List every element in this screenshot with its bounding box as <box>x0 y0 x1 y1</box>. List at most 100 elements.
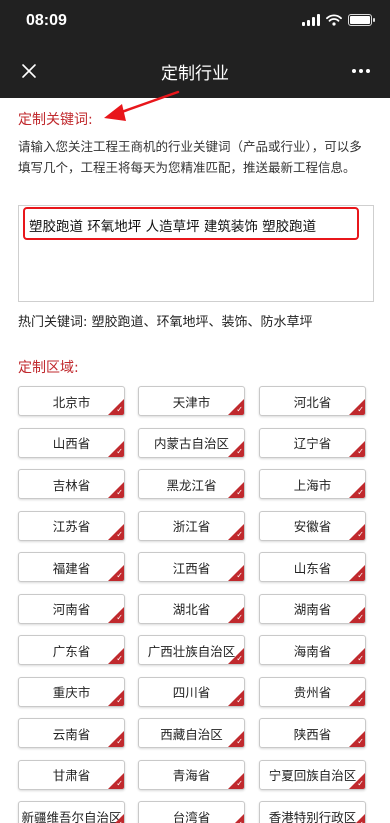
nav-bar: 定制行业 <box>0 44 390 98</box>
region-option-label: 陕西省 <box>293 726 332 742</box>
checkmark-icon: ✓ <box>116 612 123 622</box>
region-option[interactable]: 四川省 ✓ <box>138 676 245 707</box>
region-option[interactable]: 陕西省 ✓ <box>259 718 366 748</box>
region-option-label: 宁夏回族自治区 <box>268 768 357 783</box>
region-option[interactable]: 黑龙江省 ✓ <box>138 469 245 499</box>
region-option[interactable]: 安徽省 ✓ <box>259 510 366 541</box>
region-option[interactable]: 山东省 ✓ <box>259 552 366 582</box>
region-option[interactable]: 甘肃省 ✓ <box>18 759 125 790</box>
region-option[interactable]: 江西省 ✓ <box>138 552 245 582</box>
checkmark-icon: ✓ <box>357 529 364 539</box>
region-option[interactable]: 浙江省 ✓ <box>138 510 245 541</box>
region-option[interactable]: 重庆市 ✓ <box>18 676 125 707</box>
keywords-section-title: 定制关键词: <box>18 112 93 128</box>
region-option-label: 山西省 <box>52 436 91 451</box>
region-option-label: 内蒙古自治区 <box>153 436 229 451</box>
region-option[interactable]: 青海省 ✓ <box>138 759 245 790</box>
checkmark-icon: ✓ <box>357 446 364 456</box>
region-option[interactable]: 河北省 ✓ <box>259 386 366 416</box>
region-option[interactable]: 福建省 ✓ <box>18 552 125 582</box>
region-option-label: 湖南省 <box>293 602 332 617</box>
region-option[interactable]: 新疆维吾尔自治区✓ <box>18 801 125 823</box>
region-option[interactable]: 上海市 ✓ <box>259 469 366 499</box>
region-option-label: 新疆维吾尔自治区 <box>21 809 122 823</box>
hot-keywords-label: 热门关键词: <box>18 315 88 330</box>
region-option-label: 黑龙江省 <box>166 477 217 493</box>
hot-keywords-list: 塑胶跑道、环氧地坪、装饰、防水草坪 <box>91 315 313 330</box>
region-option[interactable]: 北京市 ✓ <box>18 386 125 416</box>
region-option[interactable]: 江苏省 ✓ <box>18 510 125 541</box>
checkmark-icon: ✓ <box>116 446 123 456</box>
region-option[interactable]: 西藏自治区 ✓ <box>138 718 245 748</box>
region-option[interactable]: 内蒙古自治区 ✓ <box>138 427 245 458</box>
region-option-label: 广东省 <box>52 643 91 659</box>
region-option[interactable]: 山西省 ✓ <box>18 427 125 458</box>
keywords-intro: 请输入您关注工程王商机的行业关键词（产品或行业），可以多填写几个，工程王将每天为… <box>18 139 362 175</box>
checkmark-icon: ✓ <box>116 488 123 497</box>
checkmark-icon: ✓ <box>116 695 123 705</box>
region-option-label: 西藏自治区 <box>160 726 223 742</box>
region-option-label: 广西壮族自治区 <box>147 643 236 659</box>
keywords-value: 塑胶跑道 环氧地坪 人造草坪 建筑装饰 塑胶跑道 <box>29 219 317 235</box>
region-option-label: 吉林省 <box>52 477 91 493</box>
checkmark-icon: ✓ <box>116 571 123 580</box>
region-option-label: 天津市 <box>172 394 211 410</box>
region-option[interactable]: 吉林省 ✓ <box>18 469 125 499</box>
checkmark-icon: ✓ <box>116 529 123 539</box>
region-option-label: 河北省 <box>293 394 332 410</box>
region-option-label: 甘肃省 <box>52 768 91 783</box>
region-option-label: 四川省 <box>172 685 211 700</box>
keywords-textarea[interactable]: 塑胶跑道 环氧地坪 人造草坪 建筑装饰 塑胶跑道 <box>18 205 374 302</box>
checkmark-icon: ✓ <box>236 737 243 746</box>
region-option-label: 江西省 <box>172 560 211 576</box>
checkmark-icon: ✓ <box>236 612 243 622</box>
region-option-label: 江苏省 <box>52 519 91 534</box>
checkmark-icon: ✓ <box>236 488 243 497</box>
region-option[interactable]: 辽宁省 ✓ <box>259 427 366 458</box>
region-option[interactable]: 海南省 ✓ <box>259 635 366 665</box>
region-option[interactable]: 广西壮族自治区 ✓ <box>138 635 245 665</box>
checkmark-icon: ✓ <box>236 778 243 788</box>
checkmark-icon: ✓ <box>236 405 243 414</box>
checkmark-icon: ✓ <box>236 529 243 539</box>
region-option-label: 云南省 <box>52 726 91 742</box>
region-option-label: 福建省 <box>52 560 91 576</box>
region-option[interactable]: 台湾省✓ <box>138 801 245 823</box>
region-option[interactable]: 贵州省 ✓ <box>259 676 366 707</box>
region-option-label: 安徽省 <box>293 519 332 534</box>
region-option-label: 浙江省 <box>172 519 211 534</box>
region-option[interactable]: 香港特别行政区✓ <box>259 801 366 823</box>
region-option[interactable]: 湖南省 ✓ <box>259 593 366 624</box>
checkmark-icon: ✓ <box>236 571 243 580</box>
checkmark-icon: ✓ <box>116 737 123 746</box>
checkmark-icon: ✓ <box>236 446 243 456</box>
checkmark-icon: ✓ <box>357 695 364 705</box>
status-time: 08:09 <box>26 12 67 29</box>
region-option[interactable]: 云南省 ✓ <box>18 718 125 748</box>
region-option[interactable]: 天津市 ✓ <box>138 386 245 416</box>
checkmark-icon: ✓ <box>116 405 123 414</box>
checkmark-icon: ✓ <box>357 488 364 497</box>
checkmark-icon: ✓ <box>357 654 364 663</box>
region-option-label: 海南省 <box>293 643 332 659</box>
checkmark-icon: ✓ <box>357 612 364 622</box>
status-icons <box>302 14 375 26</box>
checkmark-icon: ✓ <box>116 778 123 788</box>
checkmark-icon: ✓ <box>357 405 364 414</box>
region-option[interactable]: 河南省 ✓ <box>18 593 125 624</box>
region-option-label: 重庆市 <box>52 685 91 700</box>
region-option-label: 上海市 <box>293 477 332 493</box>
region-section-title: 定制区域: <box>18 360 79 376</box>
region-option-label: 河南省 <box>52 602 91 617</box>
region-option[interactable]: 宁夏回族自治区 ✓ <box>259 759 366 790</box>
region-option-label: 北京市 <box>52 394 91 410</box>
region-option[interactable]: 湖北省 ✓ <box>138 593 245 624</box>
more-icon[interactable] <box>346 56 376 86</box>
region-option-label: 山东省 <box>293 560 332 576</box>
region-option-label: 辽宁省 <box>293 436 332 451</box>
wifi-icon <box>326 14 342 26</box>
checkmark-icon: ✓ <box>357 571 364 580</box>
region-option[interactable]: 广东省 ✓ <box>18 635 125 665</box>
checkmark-icon: ✓ <box>357 778 364 788</box>
checkmark-icon: ✓ <box>116 654 123 663</box>
